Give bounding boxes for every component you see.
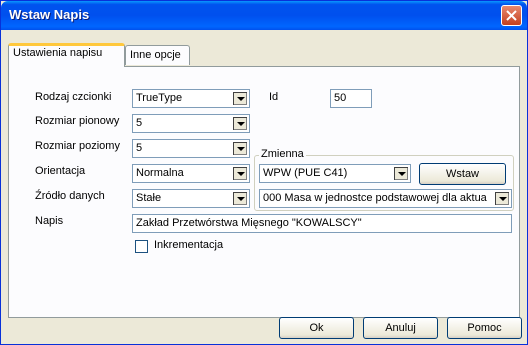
id-label: Id: [269, 91, 279, 103]
variable-dropdown-arrow[interactable]: [393, 166, 409, 181]
font-type-value: TrueType: [136, 92, 183, 104]
data-source-dropdown-arrow[interactable]: [232, 191, 248, 206]
ok-button[interactable]: Ok: [279, 317, 354, 339]
font-type-dropdown-arrow[interactable]: [232, 91, 248, 106]
orientation-select[interactable]: Normalna: [132, 164, 250, 183]
title-bar[interactable]: Wstaw Napis: [1, 1, 527, 30]
chevron-down-icon: [237, 97, 245, 101]
tab-panel: Rodzaj czcionki TrueType Id 50 Rozmiar p…: [8, 66, 520, 318]
text-input[interactable]: Zakład Przetwórstwa Mięsnego "KOWALSCY": [132, 214, 512, 233]
vertical-size-value: 5: [136, 117, 143, 129]
dialog-window: Wstaw Napis Ustawienia napisu Inne opcje…: [0, 0, 528, 345]
vertical-size-label: Rozmiar pionowy: [35, 115, 120, 127]
chevron-down-icon: [398, 172, 406, 176]
text-label: Napis: [35, 215, 64, 227]
chevron-down-icon: [237, 122, 245, 126]
variable-description-select[interactable]: 000 Masa w jednostce podstawowej dla akt…: [259, 189, 512, 208]
horizontal-size-label: Rozmiar poziomy: [35, 140, 120, 152]
vertical-size-dropdown-arrow[interactable]: [232, 116, 248, 131]
orientation-label: Orientacja: [35, 165, 86, 177]
increment-checkbox[interactable]: [135, 240, 148, 253]
chevron-down-icon: [499, 197, 507, 201]
chevron-down-icon: [237, 172, 245, 176]
id-input[interactable]: 50: [330, 89, 372, 108]
variable-select[interactable]: WPW (PUE C41): [259, 164, 411, 183]
variable-select-value: WPW (PUE C41): [263, 167, 348, 179]
insert-button[interactable]: Wstaw: [419, 163, 506, 185]
variable-group-legend: Zmienna: [259, 148, 306, 160]
horizontal-size-dropdown-arrow[interactable]: [232, 141, 248, 156]
chevron-down-icon: [237, 197, 245, 201]
variable-description-value: 000 Masa w jednostce podstawowej dla akt…: [263, 192, 487, 204]
chevron-down-icon: [237, 147, 245, 151]
data-source-select[interactable]: Stałe: [132, 189, 250, 208]
increment-label: Inkrementacja: [154, 239, 224, 251]
vertical-size-select[interactable]: 5: [132, 114, 250, 133]
close-icon: [506, 10, 517, 21]
font-type-select[interactable]: TrueType: [132, 89, 250, 108]
horizontal-size-value: 5: [136, 142, 143, 154]
horizontal-size-select[interactable]: 5: [132, 139, 250, 158]
orientation-value: Normalna: [136, 167, 184, 179]
data-source-value: Stałe: [136, 192, 162, 204]
close-button[interactable]: [501, 5, 522, 26]
data-source-label: Źródło danych: [35, 190, 105, 202]
tab-ustawienia-napisu[interactable]: Ustawienia napisu: [8, 43, 125, 67]
font-type-label: Rodzaj czcionki: [35, 91, 112, 103]
variable-description-dropdown-arrow[interactable]: [494, 191, 510, 206]
help-button[interactable]: Pomoc: [447, 317, 522, 339]
window-title: Wstaw Napis: [9, 7, 90, 22]
cancel-button[interactable]: Anuluj: [363, 317, 438, 339]
orientation-dropdown-arrow[interactable]: [232, 166, 248, 181]
tab-inne-opcje[interactable]: Inne opcje: [125, 45, 190, 65]
